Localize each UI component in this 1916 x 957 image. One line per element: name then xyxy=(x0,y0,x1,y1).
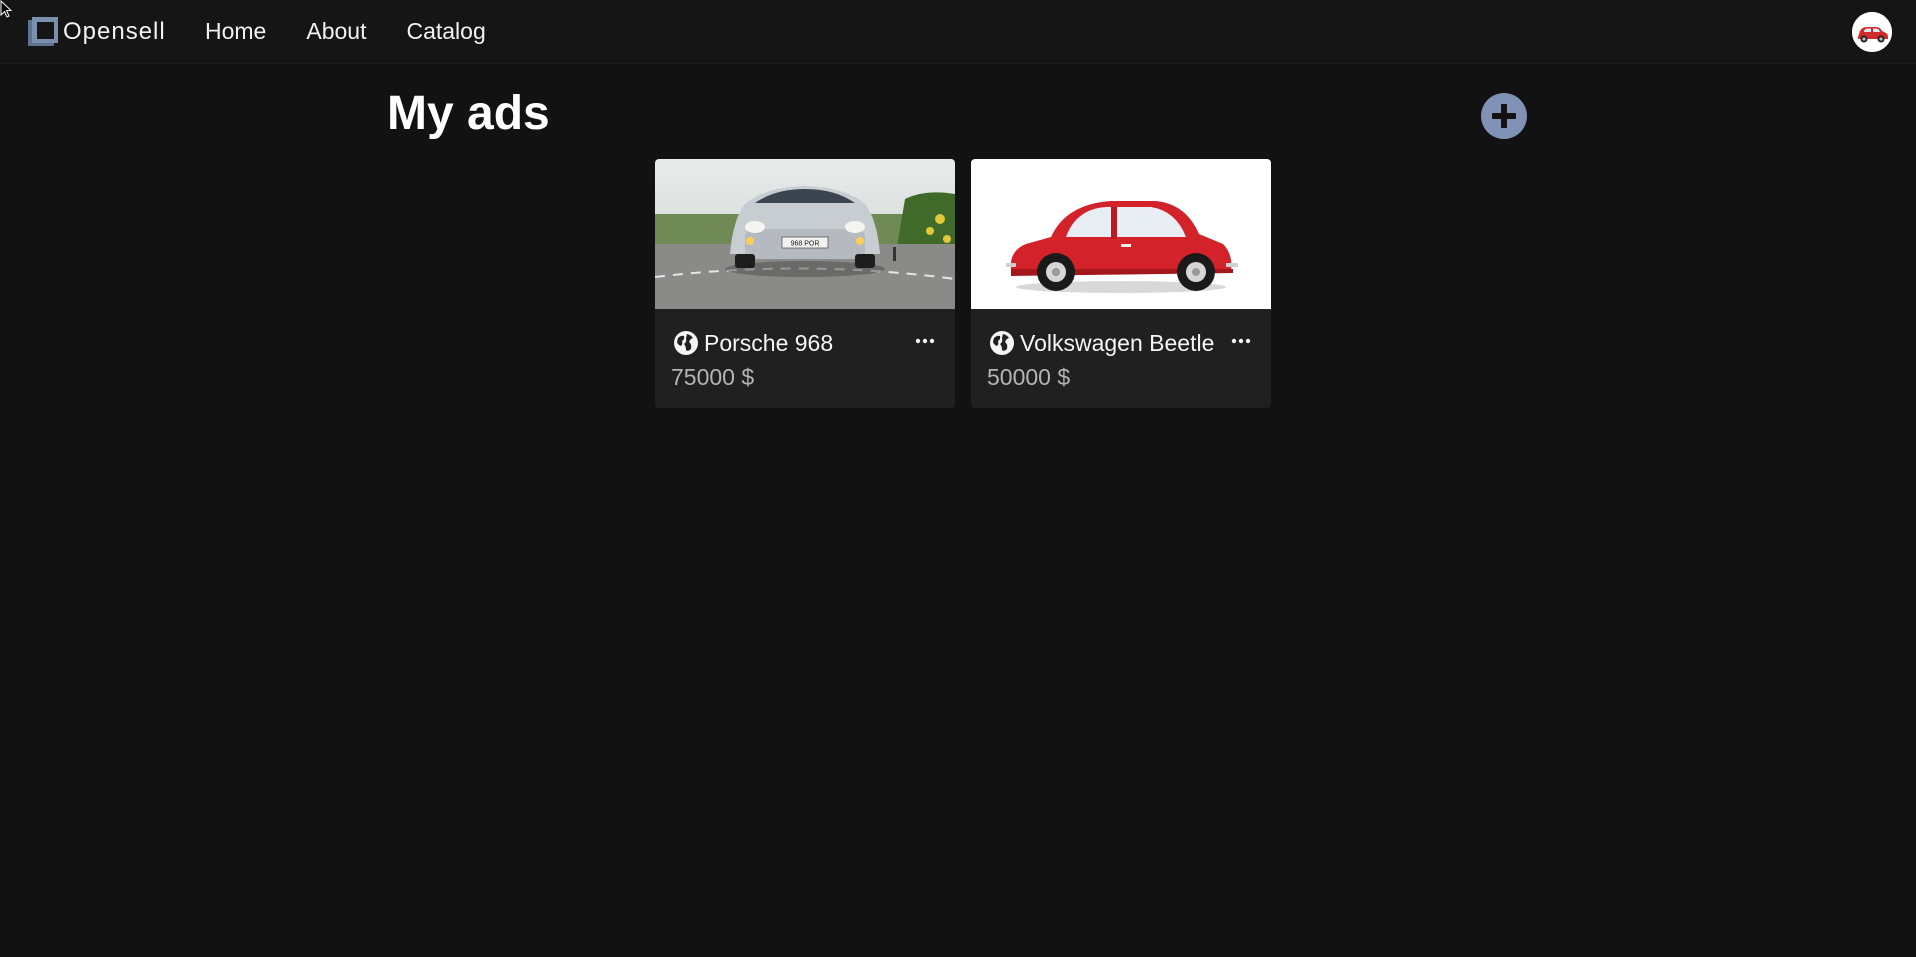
mouse-cursor-icon xyxy=(0,0,13,18)
top-navbar: Opensell Home About Catalog xyxy=(0,0,1916,64)
ad-title: Volkswagen Beetle xyxy=(1020,329,1215,356)
ad-image: 968 POR xyxy=(655,159,955,309)
brand-link[interactable]: Opensell xyxy=(28,16,166,48)
red-car-avatar-icon xyxy=(1852,12,1892,52)
opensell-logo-icon xyxy=(28,17,58,47)
nav-link-about[interactable]: About xyxy=(306,18,366,45)
nav-link-catalog[interactable]: Catalog xyxy=(406,18,485,45)
ad-price: 50000 $ xyxy=(987,364,1071,390)
ad-image xyxy=(971,159,1271,309)
add-ad-button[interactable] xyxy=(1481,93,1527,139)
page-title: My ads xyxy=(387,87,550,140)
ad-title: Porsche 968 xyxy=(704,329,834,356)
plus-icon xyxy=(1492,104,1516,128)
ads-grid: 968 POR Porsche 968 75000 $ Volkswagen B… xyxy=(655,159,1271,408)
more-options-button[interactable] xyxy=(1227,331,1255,351)
ellipsis-icon xyxy=(915,338,935,344)
user-avatar[interactable] xyxy=(1852,12,1892,52)
svg-text:968 POR: 968 POR xyxy=(791,241,820,248)
silver-porsche-photo: 968 POR xyxy=(655,159,955,309)
ad-price: 75000 $ xyxy=(671,364,755,390)
more-options-button[interactable] xyxy=(911,331,939,351)
red-beetle-photo xyxy=(971,159,1271,309)
globe-icon xyxy=(990,331,1014,355)
nav-link-home[interactable]: Home xyxy=(205,18,266,45)
nav-links: Home About Catalog xyxy=(205,18,486,45)
ellipsis-icon xyxy=(1231,338,1251,344)
ad-card[interactable]: Volkswagen Beetle 50000 $ xyxy=(971,159,1271,408)
ad-card[interactable]: 968 POR Porsche 968 75000 $ xyxy=(655,159,955,408)
globe-icon xyxy=(674,331,698,355)
brand-name: Opensell xyxy=(63,18,166,45)
